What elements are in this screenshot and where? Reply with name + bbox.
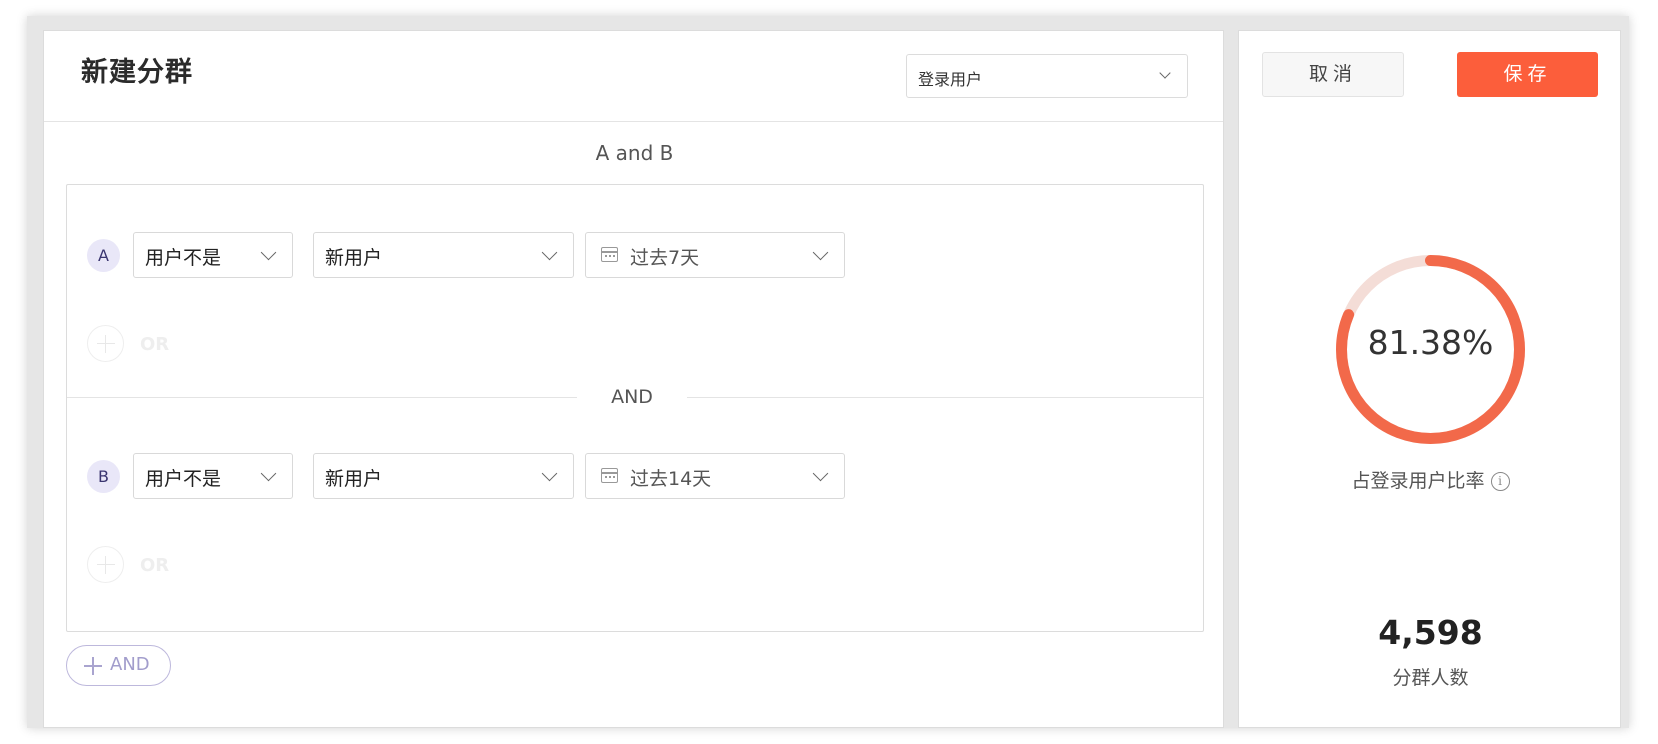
date-range-value: 过去14天 [630, 468, 712, 490]
subject-value: 用户不是 [145, 247, 222, 269]
chevron-down-icon [812, 244, 829, 261]
add-and-button[interactable]: AND [66, 645, 171, 686]
condition-letter: A [87, 239, 120, 272]
segment-value: 新用户 [325, 247, 383, 269]
stats-panel: 取消 保存 81.38% 占登录用户比率 i 4,598 分群人数 [1238, 30, 1621, 728]
save-button[interactable]: 保存 [1457, 52, 1598, 97]
calendar-icon [601, 247, 618, 262]
segment-select[interactable]: 新用户 [313, 453, 574, 499]
add-or-button-b[interactable]: OR [87, 546, 207, 586]
date-range-select[interactable]: 过去7天 [585, 232, 845, 278]
calendar-icon [601, 468, 618, 483]
plus-icon [87, 546, 124, 583]
ratio-label: 占登录用户比率 [1351, 470, 1485, 492]
user-scope-select[interactable]: 登录用户 [906, 54, 1188, 98]
info-icon[interactable]: i [1490, 472, 1510, 491]
segment-editor-panel: 新建分群 登录用户 A and B A 用户不是 新用户 过去7天 OR AND… [43, 30, 1224, 728]
add-or-label: OR [140, 334, 170, 355]
date-range-value: 过去7天 [630, 247, 700, 269]
chevron-down-icon [1159, 67, 1171, 79]
header-divider [44, 121, 1223, 122]
add-or-button-a[interactable]: OR [87, 325, 207, 365]
plus-icon [87, 325, 124, 362]
plus-icon [84, 657, 102, 675]
add-or-label: OR [140, 555, 170, 576]
subject-select[interactable]: 用户不是 [133, 232, 293, 278]
segment-count: 4,598 [1378, 613, 1483, 652]
add-and-label: AND [110, 654, 150, 675]
chevron-down-icon [260, 465, 277, 482]
segment-value: 新用户 [325, 468, 383, 490]
ratio-value: 81.38% [1367, 323, 1494, 362]
chevron-down-icon [812, 465, 829, 482]
segment-select[interactable]: 新用户 [313, 232, 574, 278]
logic-expression: A and B [595, 141, 674, 165]
chevron-down-icon [541, 244, 558, 261]
conditions-box: A 用户不是 新用户 过去7天 OR AND B 用户不是 新用户 过去14天 … [66, 184, 1204, 632]
condition-letter: B [87, 460, 120, 493]
segment-count-label: 分群人数 [1392, 667, 1469, 689]
chevron-down-icon [541, 465, 558, 482]
user-scope-value: 登录用户 [918, 70, 983, 89]
page-title: 新建分群 [81, 57, 193, 88]
subject-select[interactable]: 用户不是 [133, 453, 293, 499]
condition-row-a: A 用户不是 新用户 过去7天 [67, 232, 1203, 278]
ratio-label-row: 占登录用户比率 i [1239, 466, 1622, 493]
cancel-button[interactable]: 取消 [1262, 52, 1404, 97]
subject-value: 用户不是 [145, 468, 222, 490]
condition-row-b: B 用户不是 新用户 过去14天 [67, 453, 1203, 499]
and-separator-label: AND [577, 383, 687, 411]
date-range-select[interactable]: 过去14天 [585, 453, 845, 499]
chevron-down-icon [260, 244, 277, 261]
